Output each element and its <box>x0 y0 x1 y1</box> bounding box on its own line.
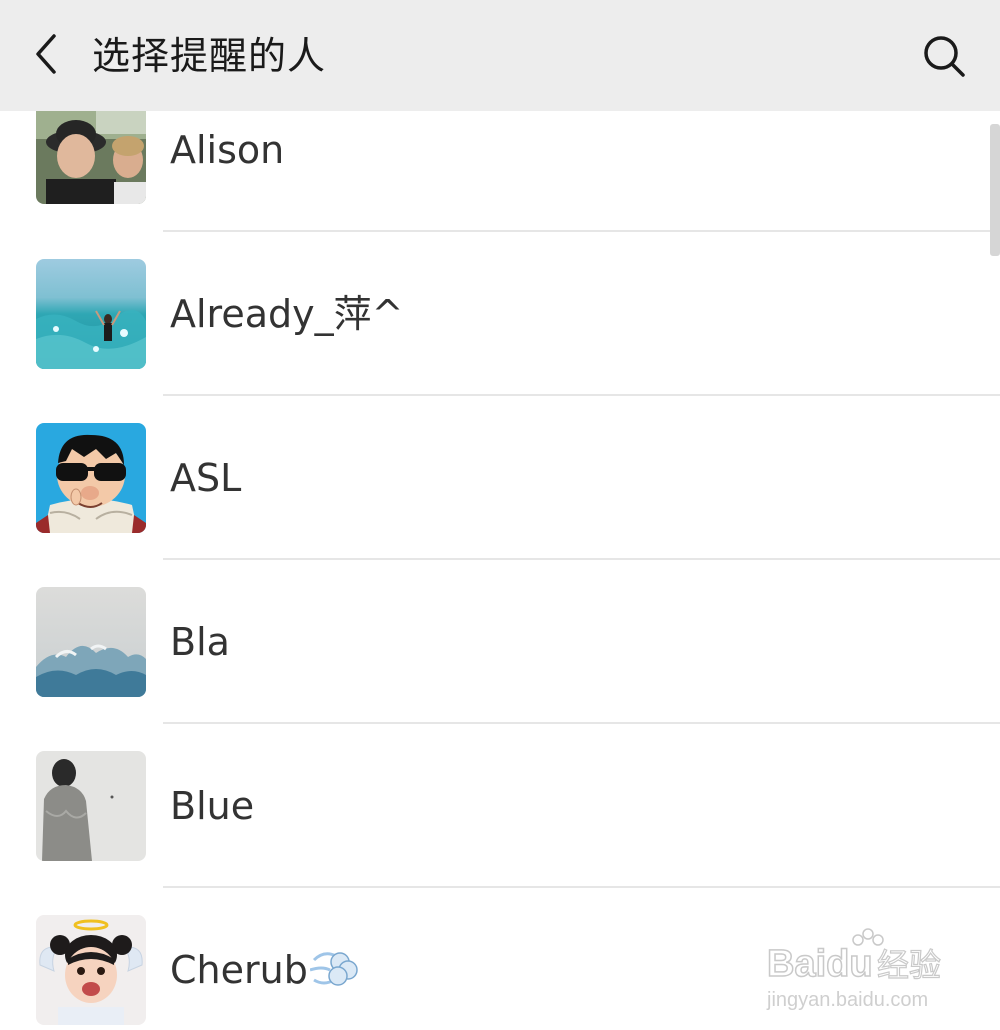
avatar <box>36 587 146 697</box>
contact-name: Alison <box>170 128 285 172</box>
contact-name-text: Cherub <box>170 948 308 992</box>
contact-name: Blue <box>170 784 255 828</box>
dash-emoji-icon <box>309 948 358 998</box>
list-item-blue[interactable]: Blue <box>0 724 1000 888</box>
list-item-cherub[interactable]: Cherub <box>0 888 1000 1030</box>
page-title: 选择提醒的人 <box>92 34 327 78</box>
avatar <box>36 751 146 861</box>
list-item-asl[interactable]: ASL <box>0 396 1000 560</box>
scrollbar[interactable] <box>990 124 1000 256</box>
contact-list: Alison Already_萍^ ASL Bla Blue Cherub <box>0 0 1000 1030</box>
contact-name: ASL <box>170 456 242 500</box>
avatar <box>36 259 146 369</box>
list-item-already[interactable]: Already_萍^ <box>0 232 1000 396</box>
mention-picker-screen: Alison Already_萍^ ASL Bla Blue Cherub 选择… <box>0 0 1000 1030</box>
search-button[interactable] <box>914 30 974 86</box>
avatar <box>36 915 146 1025</box>
search-icon <box>921 33 967 83</box>
back-button[interactable] <box>22 28 70 84</box>
list-item-bla[interactable]: Bla <box>0 560 1000 724</box>
header-bar: 选择提醒的人 <box>0 0 1000 111</box>
contact-name: Cherub <box>170 947 358 998</box>
contact-name: Already_萍^ <box>170 292 404 336</box>
chevron-left-icon <box>32 32 60 80</box>
contact-name: Bla <box>170 620 230 664</box>
avatar <box>36 423 146 533</box>
